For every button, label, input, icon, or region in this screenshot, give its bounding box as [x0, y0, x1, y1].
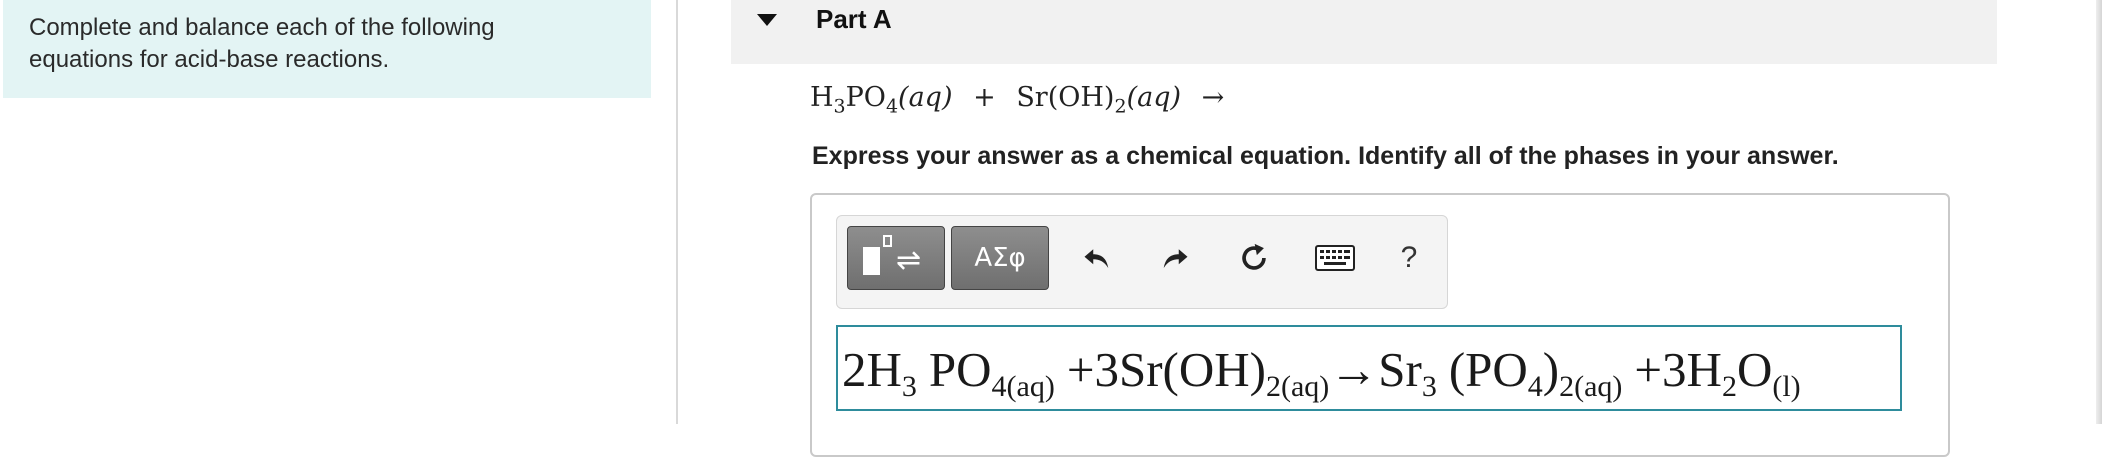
math-toolbar: ⇌ ΑΣφ ?	[836, 215, 1448, 309]
reactant-1: H3PO4(aq)	[810, 82, 953, 118]
reactant-2: Sr(OH)2(aq)	[1016, 82, 1182, 118]
caret-down-icon[interactable]	[757, 14, 777, 26]
answer-instruction: Express your answer as a chemical equati…	[812, 142, 1839, 170]
reset-icon[interactable]	[1232, 232, 1276, 284]
templates-button[interactable]: ⇌	[847, 226, 945, 290]
panel-divider	[676, 0, 678, 424]
undo-icon[interactable]	[1075, 232, 1119, 284]
redo-icon[interactable]	[1153, 232, 1197, 284]
window-scrollbar-edge	[2096, 0, 2102, 424]
instructions-line-1: Complete and balance each of the followi…	[29, 14, 495, 41]
plus-sign: +	[973, 82, 996, 113]
instructions-line-2: equations for acid-base reactions.	[29, 46, 390, 73]
question-equation: H3PO4(aq) + Sr(OH)2(aq) →	[810, 82, 1236, 117]
answer-input[interactable]: 2H3 PO4(aq) +3Sr(OH)2(aq)→Sr3 (PO4)2(aq) +3H…	[836, 325, 1902, 411]
answer-area: ⇌ ΑΣφ ? 2H3 PO4(aq) +3Sr(OH)2(aq)→Sr3 (P…	[810, 193, 1950, 457]
instructions-panel: Complete and balance each of the followi…	[3, 0, 651, 98]
reaction-arrow: →	[1201, 82, 1225, 113]
part-a-header[interactable]: Part A	[731, 0, 1997, 64]
help-button[interactable]: ?	[1387, 232, 1431, 284]
keyboard-icon[interactable]	[1313, 232, 1357, 284]
part-title: Part A	[816, 4, 892, 34]
greek-symbols-button[interactable]: ΑΣφ	[951, 226, 1049, 290]
